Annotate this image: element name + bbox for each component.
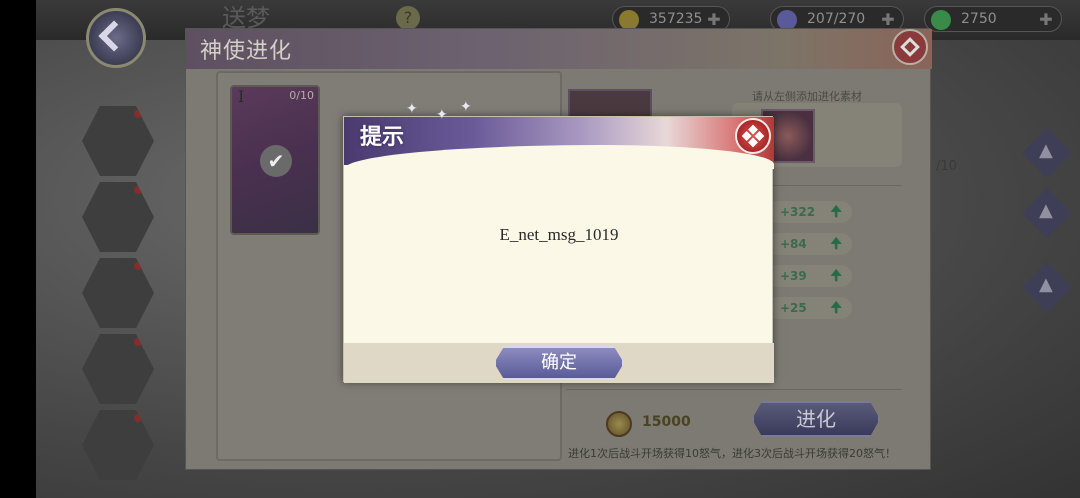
panel-close-button[interactable] (892, 29, 928, 65)
check-icon: ✔ (260, 145, 292, 177)
bird-decoration-icon: ✦ (460, 99, 472, 115)
evolve-footnote: 进化1次后战斗开场获得10怒气，进化3次后战斗开场获得20怒气！ (568, 447, 896, 460)
close-icon (900, 37, 920, 57)
bird-decoration-icon: ✦ (406, 101, 418, 117)
crystal-value: 207/270 (807, 11, 866, 27)
upgrade-button-2[interactable]: ▲ (1022, 188, 1072, 238)
add-crystal-icon[interactable]: ✚ (879, 11, 897, 29)
bonus-value: +322 (780, 205, 816, 219)
character-card[interactable]: I 0/10 ✔ (230, 85, 320, 235)
green-up-arrow-icon: 🠉 (830, 204, 842, 220)
side-menu-hex-4[interactable] (82, 334, 154, 404)
bonus-row: +39 🠉 (766, 265, 852, 287)
dialog-message: E_net_msg_1019 (499, 225, 619, 244)
gold-coin-icon (606, 411, 632, 437)
dialog-header: 提示 ✦ ✦ ✦ (344, 99, 774, 169)
green-up-arrow-icon: 🠉 (830, 268, 842, 284)
side-menu-hex-5[interactable] (82, 410, 154, 480)
close-icon (741, 124, 765, 148)
add-gem-icon[interactable]: ✚ (1037, 11, 1055, 29)
green-up-arrow-icon: 🠉 (830, 236, 842, 252)
card-rank: I (238, 87, 245, 106)
divider (566, 389, 902, 390)
confirm-button[interactable]: 确定 (494, 346, 624, 380)
side-menu-hex-1[interactable] (82, 106, 154, 176)
dialog-close-button[interactable] (735, 118, 771, 154)
material-hint: 请从左侧添加进化素材 (752, 90, 862, 103)
dialog-title: 提示 (360, 124, 405, 150)
evolve-button[interactable]: 进化 (752, 401, 880, 437)
notification-dot (134, 262, 142, 270)
up-arrow-icon: ▲ (1039, 200, 1053, 221)
up-arrow-icon: ▲ (1039, 274, 1053, 295)
panel-title: 神使进化 (200, 39, 293, 64)
bird-decoration-icon: ✦ (436, 107, 448, 123)
level-suffix: /10 (936, 159, 957, 174)
alert-dialog: 提示 ✦ ✦ ✦ E_net_msg_1019 确定 (343, 99, 774, 383)
dialog-footer: 确定 (344, 343, 774, 383)
card-count: 0/10 (289, 89, 314, 102)
green-up-arrow-icon: 🠉 (830, 300, 842, 316)
green-gem-icon (931, 10, 951, 30)
gem-counter: 2750 ✚ (924, 6, 1062, 32)
upgrade-button-1[interactable]: ▲ (1022, 128, 1072, 178)
evolve-cost: 15000 (642, 414, 691, 430)
help-icon[interactable]: ? (396, 6, 420, 30)
header-wave-decoration (344, 145, 774, 169)
side-menu-hex-3[interactable] (82, 258, 154, 328)
target-card (568, 89, 652, 119)
bonus-row: +84 🠉 (766, 233, 852, 255)
back-button[interactable] (86, 8, 146, 68)
back-arrow-icon (98, 20, 130, 52)
gem-value: 2750 (961, 11, 997, 27)
crystal-icon (777, 10, 797, 30)
bonus-row: +322 🠉 (766, 201, 852, 223)
bonus-row: +25 🠉 (766, 297, 852, 319)
gold-coin-icon (619, 10, 639, 30)
gold-value: 357235 (649, 11, 703, 27)
up-arrow-icon: ▲ (1039, 140, 1053, 161)
bonus-value: +25 (780, 301, 807, 315)
side-menu-hex-2[interactable] (82, 182, 154, 252)
notification-dot (134, 110, 142, 118)
notification-dot (134, 414, 142, 422)
bonus-value: +39 (780, 269, 807, 283)
notification-dot (134, 186, 142, 194)
panel-header: 神使进化 (186, 29, 932, 69)
add-gold-icon[interactable]: ✚ (705, 11, 723, 29)
notification-dot (134, 338, 142, 346)
upgrade-button-3[interactable]: ▲ (1022, 262, 1072, 312)
bonus-value: +84 (780, 237, 807, 251)
